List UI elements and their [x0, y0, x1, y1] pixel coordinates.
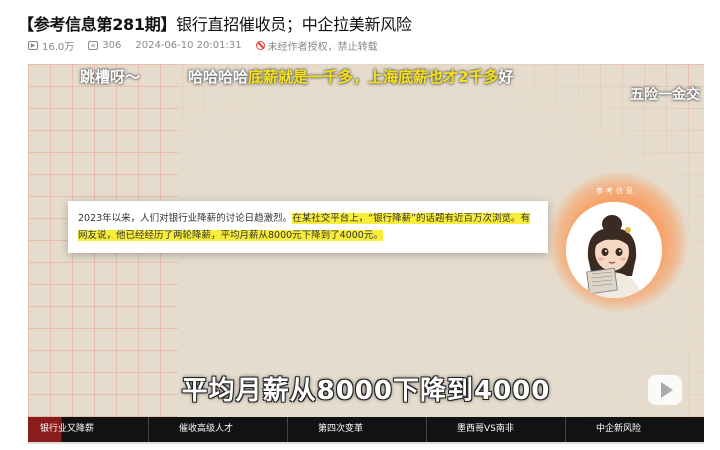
top-right-caption: 五险一金交: [630, 87, 700, 103]
chapter-item[interactable]: 墨西哥VS南非: [426, 417, 565, 442]
top-caption-highlight: 底薪就是一千多，上海底薪也才2千多: [248, 68, 499, 86]
top-caption-tail: 好: [498, 68, 514, 86]
chapter-item[interactable]: 中企新风险: [565, 417, 704, 442]
publish-time: 2024-06-10 20:01:31: [135, 40, 241, 51]
quote-card: 2023年以来，人们对银行业降薪的讨论日趋激烈。在某社交平台上，“银行降薪”的话…: [68, 201, 548, 253]
chapter-item[interactable]: 银行业又降薪: [28, 417, 148, 442]
play-count-icon: ▶: [28, 41, 38, 50]
progress-track[interactable]: [28, 442, 704, 444]
avatar-label: 参考信息: [596, 187, 636, 195]
top-caption-plain: 哈哈哈哈: [188, 68, 249, 86]
view-count-value: 16.0万: [42, 42, 75, 53]
play-icon: [660, 382, 673, 398]
repost-notice-text: 未经作者授权，禁止转载: [267, 42, 378, 53]
view-count: ▶ 16.0万: [28, 38, 74, 53]
top-left-caption: 跳槽呀～: [80, 68, 141, 86]
video-player[interactable]: 跳槽呀～ 哈哈哈哈底薪就是一千多，上海底薪也才2千多好 五险一金交 2023年以…: [28, 64, 704, 442]
card-text-plain: 2023年以来，人们对银行业降薪的讨论日趋激烈。: [78, 213, 293, 224]
meta-row: ▶ 16.0万 ≡ 306 2024-06-10 20:01:31 未经作者授权…: [28, 38, 392, 53]
avatar-illustration: [566, 202, 662, 298]
no-repost-icon: [255, 41, 265, 50]
chapter-item[interactable]: 催收高级人才: [148, 417, 287, 442]
title-bracket: 【参考信息第281期】: [18, 15, 177, 34]
chapter-label: 墨西哥VS南非: [457, 424, 514, 434]
play-button[interactable]: [648, 375, 682, 405]
comment-count-value: 306: [102, 40, 122, 51]
chapter-item[interactable]: 第四次变革: [287, 417, 426, 442]
chapter-label: 催收高级人才: [179, 424, 234, 434]
avatar: [566, 202, 662, 298]
repost-notice: 未经作者授权，禁止转载: [255, 38, 378, 53]
title-text: 银行直招催收员；中企拉美新风险: [176, 15, 412, 34]
chapter-label: 银行业又降薪: [40, 424, 95, 434]
chapter-label: 中企新风险: [596, 424, 642, 434]
chapter-label: 第四次变革: [318, 424, 364, 434]
top-caption: 哈哈哈哈底薪就是一千多，上海底薪也才2千多好: [188, 66, 513, 87]
comment-icon: ≡: [88, 41, 99, 50]
publish-time-value: 2024-06-10 20:01:31: [135, 40, 242, 51]
comment-count[interactable]: ≡ 306: [88, 40, 121, 51]
bottom-subtitle: 平均月薪从8000下降到4000: [181, 376, 551, 406]
page-title: 【参考信息第281期】银行直招催收员；中企拉美新风险: [18, 11, 412, 35]
chapter-bar: 银行业又降薪 催收高级人才 第四次变革 墨西哥VS南非 中企新风险: [28, 417, 704, 442]
